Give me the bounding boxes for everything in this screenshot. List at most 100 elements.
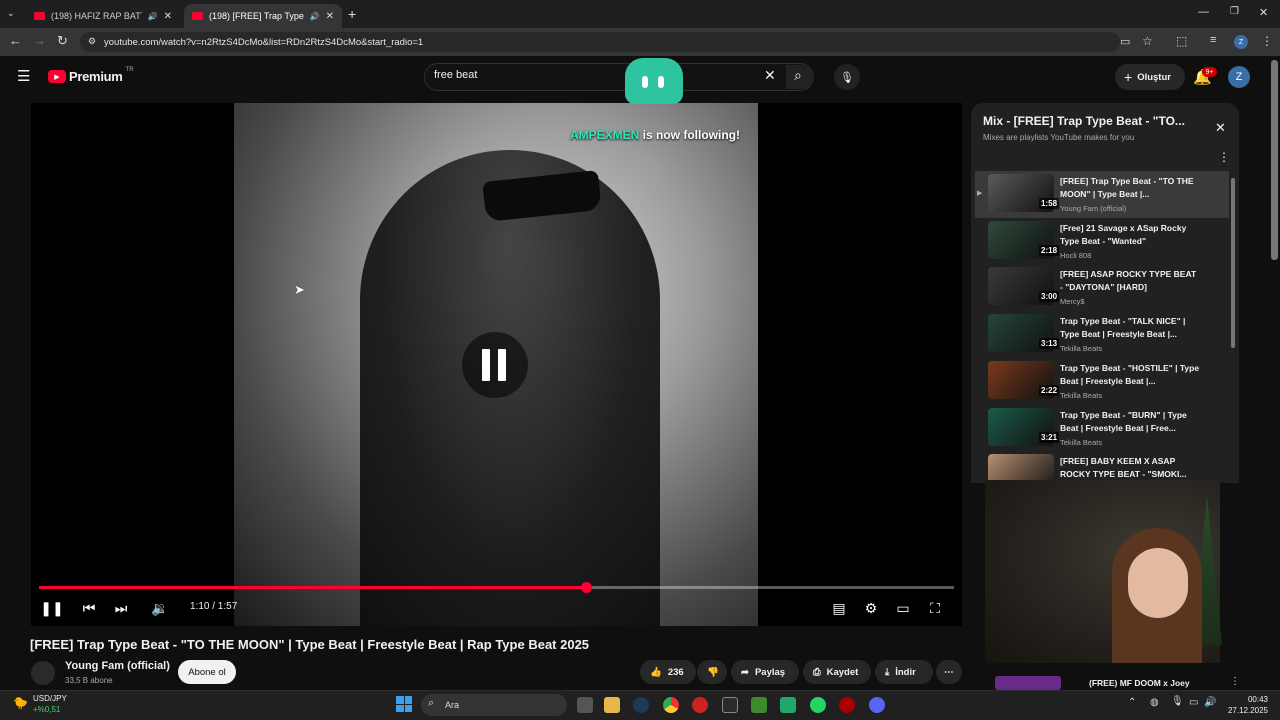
volume-tray-icon[interactable]: 🔊	[1204, 697, 1216, 708]
close-tab-icon[interactable]: ✕	[326, 11, 334, 22]
ticker-value: +%0,51	[33, 705, 61, 714]
subtitles-icon[interactable]: ▤	[828, 598, 850, 618]
mix-next-item-menu-icon[interactable]: ⋮	[1230, 676, 1240, 687]
new-tab-icon[interactable]: +	[348, 6, 356, 22]
region-code: TR	[125, 66, 134, 73]
clear-search-icon[interactable]: ✕	[764, 67, 776, 84]
mix-list-item[interactable]: 3:13 Trap Type Beat - "TALK NICE" | Type …	[975, 311, 1229, 358]
forward-icon[interactable]: →	[33, 33, 46, 48]
nvidia-icon[interactable]	[751, 697, 767, 713]
channel-avatar[interactable]	[31, 661, 55, 685]
previous-button[interactable]: ⏮	[79, 598, 99, 618]
like-button[interactable]: 👍 236	[640, 660, 696, 684]
tab-title: (198) [FREE] Trap Type Beat	[209, 11, 304, 21]
settings-gear-icon[interactable]: ⚙	[860, 598, 882, 618]
mix-list-item[interactable]: 2:22 Trap Type Beat - "HOSTILE" | Type Be…	[975, 358, 1229, 405]
ticker-name[interactable]: USD/JPY	[33, 694, 67, 703]
mix-next-item-title[interactable]: (FREE) MF DOOM x Joey	[1089, 678, 1190, 688]
extensions-icon[interactable]: ⬚	[1176, 34, 1187, 48]
subscribe-button[interactable]: Abone ol	[178, 660, 236, 684]
start-windows-icon[interactable]	[396, 696, 412, 712]
center-pause-icon[interactable]	[462, 332, 528, 398]
user-avatar[interactable]: Z	[1228, 66, 1250, 88]
discord-icon[interactable]	[869, 697, 885, 713]
maximize-icon[interactable]: ❐	[1230, 6, 1239, 17]
download-button[interactable]: ⤓ İndir	[875, 660, 933, 684]
scrollbar-right[interactable]	[1271, 60, 1278, 260]
mix-item-channel: Tekilla Beats	[1060, 344, 1103, 353]
mix-menu-icon[interactable]: ⋮	[1218, 150, 1230, 164]
file-explorer-icon[interactable]	[604, 697, 620, 713]
media-controls-icon[interactable]: ≡	[1210, 34, 1216, 46]
mix-duration: 3:13	[1039, 338, 1060, 349]
speaker-icon[interactable]: 🔊	[310, 12, 320, 21]
tab-list-chevron-icon[interactable]: ⌄	[7, 8, 15, 19]
close-mix-icon[interactable]: ✕	[1215, 120, 1226, 136]
mix-list-item[interactable]: ▶ 1:58 [FREE] Trap Type Beat - "TO THE MOO…	[975, 171, 1229, 218]
save-button[interactable]: ⎙ Kaydet	[803, 660, 871, 684]
mix-scrollbar[interactable]	[1231, 178, 1235, 348]
mix-item-channel: Young Fam (official)	[1060, 204, 1127, 213]
mix-list-item[interactable]: 2:18 [Free] 21 Savage x ASap Rocky Type B…	[975, 218, 1229, 265]
minimize-icon[interactable]: —	[1198, 6, 1209, 18]
download-icon: ⤓	[885, 666, 890, 678]
mix-list-item[interactable]: 3:00 [FREE] ASAP ROCKY TYPE BEAT - "DAYTO…	[975, 264, 1229, 311]
browser-tab-trap-beat[interactable]: (198) [FREE] Trap Type Beat 🔊 ✕	[184, 4, 342, 28]
dislike-button[interactable]: 👎	[697, 660, 727, 684]
red-app-icon[interactable]	[839, 697, 855, 713]
mix-duration: 1:58	[1039, 198, 1060, 209]
now-playing-icon: ▶	[977, 190, 983, 197]
microphone-icon[interactable]: 🎙	[1171, 696, 1184, 707]
taskbar-clock[interactable]: 00:43 27.12.2025	[1216, 694, 1268, 716]
search-button[interactable]: ⌕	[786, 65, 814, 89]
mix-duration: 2:18	[1039, 245, 1060, 256]
pause-button[interactable]: ❚❚	[40, 598, 63, 618]
fullscreen-icon[interactable]: ⛶	[924, 598, 946, 618]
browser-tab-hafiz[interactable]: (198) HAFIZ RAP BATTLE-H 🔊 ✕	[26, 4, 180, 28]
url-bar[interactable]: youtube.com/watch?v=n2RtzS4DcMo&list=RDn…	[80, 32, 1120, 52]
mix-item-title: Trap Type Beat - "BURN" | Type Beat | Fr…	[1060, 410, 1187, 433]
more-actions-button[interactable]: ⋯	[936, 660, 962, 684]
youtube-logo[interactable]: ▶ Premium TR	[48, 66, 134, 84]
reload-icon[interactable]: ↻	[57, 33, 68, 49]
mix-list-item[interactable]: 3:21 Trap Type Beat - "BURN" | Type Beat …	[975, 405, 1229, 452]
browser-menu-icon[interactable]: ⋮	[1261, 34, 1273, 48]
tray-app-icon[interactable]: ◍	[1150, 697, 1159, 708]
chrome-icon[interactable]	[663, 697, 679, 713]
ticker-widget-icon[interactable]: 🐤	[13, 696, 28, 710]
youtube-play-logo-icon: ▶	[48, 70, 66, 83]
cast-icon[interactable]: ▭	[1120, 35, 1130, 48]
search-input[interactable]: free beat	[434, 69, 477, 81]
save-label: Kaydet	[826, 666, 859, 678]
channel-name[interactable]: Young Fam (official)	[65, 660, 170, 672]
hamburger-menu-icon[interactable]: ☰	[17, 67, 30, 85]
app-green-icon[interactable]	[780, 697, 796, 713]
whatsapp-icon[interactable]	[810, 697, 826, 713]
speaker-icon[interactable]: 🔊	[148, 12, 158, 21]
back-icon[interactable]: ←	[9, 33, 22, 48]
taskbar-search[interactable]: Ara	[421, 694, 567, 716]
steam-icon[interactable]	[633, 697, 649, 713]
theater-mode-icon[interactable]: ▭	[892, 598, 914, 618]
task-view-icon[interactable]	[577, 697, 593, 713]
search-box[interactable]	[424, 63, 814, 91]
create-button[interactable]: + Oluştur	[1115, 64, 1185, 90]
close-window-icon[interactable]: ✕	[1259, 6, 1268, 19]
mix-item-channel: Mercy$	[1060, 297, 1085, 306]
browser-profile-avatar[interactable]: Z	[1234, 35, 1248, 49]
network-icon[interactable]: ▭	[1189, 697, 1198, 708]
site-info-icon[interactable]: ⚙	[88, 36, 96, 47]
follower-name: AMPEXMEN	[569, 128, 640, 142]
share-button[interactable]: ➦ Paylaş	[731, 660, 799, 684]
mix-item-channel: Tekilla Beats	[1060, 391, 1103, 400]
record-app-icon[interactable]	[692, 697, 708, 713]
next-button[interactable]: ⏭	[111, 598, 131, 618]
mix-next-item[interactable]	[995, 676, 1061, 690]
progress-scrubber[interactable]	[581, 582, 592, 593]
close-tab-icon[interactable]: ✕	[164, 11, 172, 22]
voice-search-icon[interactable]: 🎙	[834, 64, 860, 90]
terminal-icon[interactable]	[722, 697, 738, 713]
tray-chevron-icon[interactable]: ⌃	[1128, 697, 1136, 708]
bookmark-star-icon[interactable]: ☆	[1142, 34, 1153, 48]
volume-icon[interactable]: 🔉	[150, 598, 170, 618]
